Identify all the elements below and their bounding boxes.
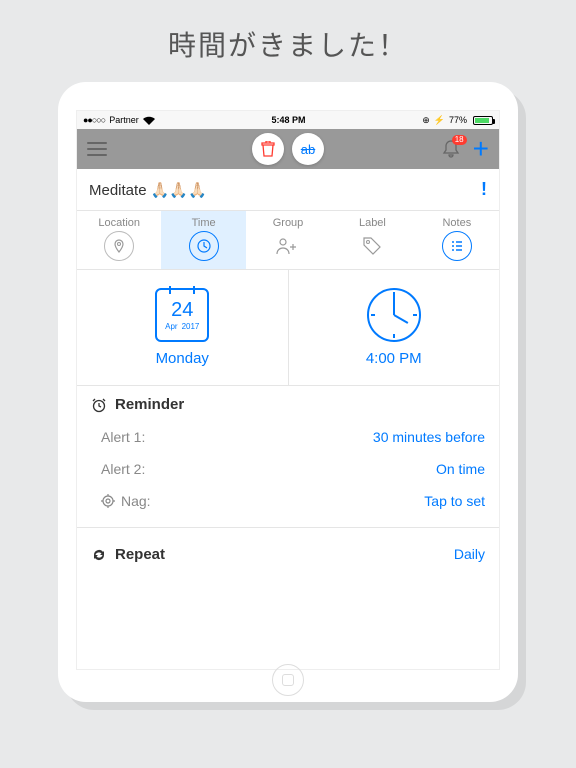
weekday-label: Monday: [77, 350, 288, 367]
screen: ●●○○○ Partner 5:48 PM ⊕ ⚡ 77% ab 18 + Me…: [76, 110, 500, 670]
page-title: 時間がきました！: [0, 0, 576, 82]
repeat-section[interactable]: Repeat Daily: [77, 528, 499, 581]
rename-button[interactable]: ab: [292, 133, 324, 165]
home-button[interactable]: [272, 664, 304, 696]
battery-label: 77%: [449, 115, 467, 125]
reminder-heading: Reminder: [115, 396, 184, 413]
nag-row[interactable]: Nag: Tap to set: [91, 485, 485, 517]
alert2-row[interactable]: Alert 2: On time: [91, 453, 485, 485]
alarm-icon: [91, 397, 107, 413]
status-time: 5:48 PM: [271, 115, 305, 125]
tablet-frame: ●●○○○ Partner 5:48 PM ⊕ ⚡ 77% ab 18 + Me…: [58, 82, 518, 702]
tab-location[interactable]: Location: [77, 211, 161, 269]
alert1-row[interactable]: Alert 1: 30 minutes before: [91, 421, 485, 453]
tab-label: Location: [77, 217, 161, 229]
priority-indicator[interactable]: !: [481, 179, 487, 200]
carrier-label: Partner: [109, 115, 139, 125]
wifi-icon: [143, 116, 155, 125]
time-label: 4:00 PM: [289, 350, 500, 367]
clock-face-icon: [367, 288, 421, 342]
clock-icon: [189, 231, 219, 261]
trash-icon: [261, 141, 275, 157]
delete-button[interactable]: [252, 133, 284, 165]
group-icon: [273, 231, 303, 261]
nag-icon: [101, 494, 115, 508]
app-bar: ab 18 +: [77, 129, 499, 169]
tab-label: Time: [161, 217, 245, 229]
tab-label[interactable]: Label: [330, 211, 414, 269]
repeat-heading: Repeat: [115, 546, 165, 563]
task-title-text: Meditate 🙏🏻🙏🏻🙏🏻: [89, 181, 207, 199]
time-picker[interactable]: 4:00 PM: [289, 270, 500, 385]
add-button[interactable]: +: [473, 133, 489, 165]
date-year: 2017: [182, 322, 200, 331]
repeat-value: Daily: [454, 546, 485, 563]
list-icon: [442, 231, 472, 261]
tabs: Location Time Group Label Notes: [77, 211, 499, 270]
alert1-value: 30 minutes before: [373, 429, 485, 445]
repeat-icon: [91, 547, 107, 563]
tab-time[interactable]: Time: [161, 211, 245, 269]
task-title-row[interactable]: Meditate 🙏🏻🙏🏻🙏🏻 !: [77, 169, 499, 211]
status-bar: ●●○○○ Partner 5:48 PM ⊕ ⚡ 77%: [77, 111, 499, 129]
tab-label: Group: [246, 217, 330, 229]
location-icon: [104, 231, 134, 261]
notifications-button[interactable]: 18: [441, 139, 461, 159]
rename-icon: ab: [301, 142, 315, 157]
alert1-label: Alert 1:: [101, 429, 145, 445]
notification-badge: 18: [452, 135, 467, 145]
tag-icon: [357, 231, 387, 261]
alert2-value: On time: [436, 461, 485, 477]
alarm-icon: ⊕: [422, 115, 430, 126]
signal-dots: ●●○○○: [83, 115, 105, 125]
tab-label: Notes: [415, 217, 499, 229]
date-month: Apr: [165, 322, 177, 331]
menu-button[interactable]: [87, 142, 107, 156]
nag-label: Nag:: [121, 493, 151, 509]
bluetooth-icon: ⚡: [434, 115, 445, 126]
date-picker[interactable]: 24 Apr 2017 Monday: [77, 270, 289, 385]
nag-value: Tap to set: [424, 493, 485, 509]
reminder-section: Reminder Alert 1: 30 minutes before Aler…: [77, 386, 499, 528]
date-day: 24: [171, 299, 193, 322]
battery-icon: [473, 116, 493, 125]
alert2-label: Alert 2:: [101, 461, 145, 477]
datetime-row: 24 Apr 2017 Monday 4:00 PM: [77, 270, 499, 386]
tab-notes[interactable]: Notes: [415, 211, 499, 269]
tab-label-text: Label: [330, 217, 414, 229]
calendar-icon: 24 Apr 2017: [155, 288, 209, 342]
tab-group[interactable]: Group: [246, 211, 330, 269]
